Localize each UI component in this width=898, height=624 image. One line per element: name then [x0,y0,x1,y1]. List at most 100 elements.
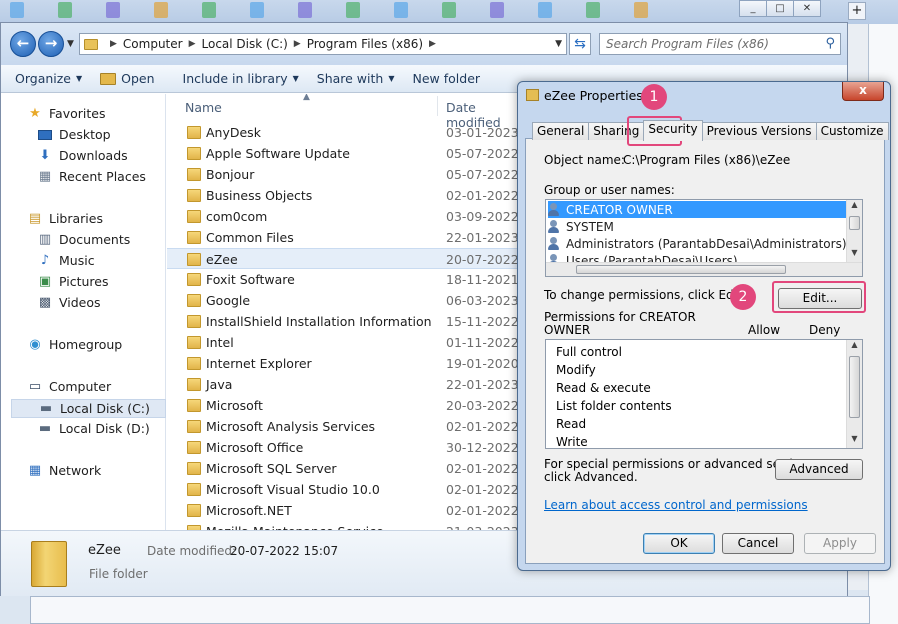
file-row[interactable]: Microsoft.NET 02-01-2022 00 [167,500,519,521]
address-bar[interactable]: ▶ Computer ▶ Local Disk (C:) ▶ Program F… [79,33,567,55]
sidebar-label: Videos [59,295,101,310]
users-vertical-scrollbar[interactable]: ▲ ▼ [846,200,862,262]
dialog-close-button[interactable]: x [842,82,884,101]
scroll-up-icon[interactable]: ▲ [847,340,862,354]
share-with-menu[interactable]: Share with ▼ [317,71,395,86]
breadcrumb-program-files[interactable]: Program Files (x86) [307,37,423,51]
sidebar-item-libraries[interactable]: ▤ Libraries [27,211,103,226]
folder-icon [187,253,201,266]
sidebar-item-documents[interactable]: ▥ Documents [37,232,130,247]
sidebar-item-local-disk-c[interactable]: ▬ Local Disk (C:) [11,399,166,418]
file-row[interactable]: eZee 20-07-2022 15 [167,248,519,269]
minimize-icon[interactable]: _ [739,0,767,17]
file-row[interactable]: Mozilla Maintenance Service21-03-2023 10 [167,521,519,530]
file-row[interactable]: Microsoft Analysis Services 02-01-2022 00 [167,416,519,437]
breadcrumb-chevron-icon[interactable]: ▶ [429,39,436,49]
user-item-administrators[interactable]: Administrators (ParantabDesai\Administra… [548,235,848,252]
breadcrumb-local-disk[interactable]: Local Disk (C:) [202,37,288,51]
file-row[interactable]: Internet Explorer 19-01-2020 05 [167,353,519,374]
include-in-library-menu[interactable]: Include in library ▼ [183,71,299,86]
background-app-tile-icon [58,2,72,18]
file-row[interactable]: Microsoft 20-03-2022 10 [167,395,519,416]
tab-previous-versions[interactable]: Previous Versions [701,122,817,140]
new-tab-button[interactable]: + [848,2,866,20]
breadcrumb-computer[interactable]: Computer [123,37,183,51]
users-listbox[interactable]: CREATOR OWNER SYSTEM Administrators (Par… [545,199,863,277]
breadcrumb-chevron-icon[interactable]: ▶ [294,39,301,49]
learn-access-control-link[interactable]: Learn about access control and permissio… [544,498,808,512]
sidebar-label: Desktop [59,127,111,142]
scroll-down-icon[interactable]: ▼ [847,248,862,262]
new-folder-button[interactable]: New folder [413,71,481,86]
cancel-button[interactable]: Cancel [722,533,794,554]
file-row[interactable]: AnyDesk 03-01-2023 16 [167,122,519,143]
chevron-down-icon: ▼ [292,74,299,83]
file-row[interactable]: Microsoft SQL Server 02-01-2022 00 [167,458,519,479]
tab-customize[interactable]: Customize [815,122,889,140]
sidebar-label: Favorites [49,106,106,121]
tab-general[interactable]: General [532,122,590,140]
address-dropdown-icon[interactable]: ▼ [555,39,562,49]
breadcrumb-chevron-icon[interactable]: ▶ [189,39,196,49]
scroll-thumb[interactable] [849,216,860,230]
file-row[interactable]: Foxit Software 18-11-2021 12 [167,269,519,290]
organize-menu[interactable]: Organize ▼ [15,71,82,86]
column-divider[interactable] [437,96,438,116]
apply-button[interactable]: Apply [804,533,876,554]
file-date-modified: 18-11-2021 12 [446,272,519,287]
file-row[interactable]: com0com 03-09-2022 04 [167,206,519,227]
sidebar-item-computer[interactable]: ▭ Computer [27,379,111,394]
scroll-down-icon[interactable]: ▼ [847,434,862,448]
close-icon[interactable]: ✕ [793,0,821,17]
music-icon: ♪ [40,253,50,268]
file-row[interactable]: Microsoft Office 30-12-2022 17 [167,437,519,458]
scroll-thumb[interactable] [849,356,860,418]
advanced-button[interactable]: Advanced [775,459,863,480]
search-icon[interactable]: ⚲ [825,36,835,51]
file-row[interactable]: Java 22-01-2023 15 [167,374,519,395]
file-name: Google [206,293,251,308]
sidebar-item-downloads[interactable]: ⬇ Downloads [37,148,128,163]
sidebar-item-favorites[interactable]: ★ Favorites [27,106,105,121]
folder-icon [187,168,201,181]
file-row[interactable]: Google 06-03-2023 15 [167,290,519,311]
tab-security[interactable]: Security [643,120,703,141]
file-row[interactable]: Bonjour 05-07-2022 16 [167,164,519,185]
sidebar-item-videos[interactable]: ▩ Videos [37,295,101,310]
folder-icon [187,294,201,307]
user-item-creator-owner[interactable]: CREATOR OWNER [548,201,848,218]
sidebar-item-desktop[interactable]: Desktop [37,127,111,142]
user-item-system[interactable]: SYSTEM [548,218,848,235]
scroll-up-icon[interactable]: ▲ [847,200,862,214]
open-button[interactable]: Open [100,71,155,86]
file-row[interactable]: InstallShield Installation Information 15… [167,311,519,332]
file-row[interactable]: Common Files 22-01-2023 16 [167,227,519,248]
users-horizontal-scrollbar[interactable] [546,262,862,276]
file-row[interactable]: Apple Software Update 05-07-2022 16 [167,143,519,164]
file-row[interactable]: Business Objects 02-01-2022 00 [167,185,519,206]
sidebar-item-recent-places[interactable]: ▦ Recent Places [37,169,146,184]
back-arrow-icon[interactable]: ← [10,31,36,57]
ok-button[interactable]: OK [643,533,715,554]
share-with-label: Share with [316,71,384,86]
dialog-tabs: General Sharing Security Previous Versions C… [532,120,889,141]
sidebar-item-pictures[interactable]: ▣ Pictures [37,274,109,289]
sidebar-item-local-disk-d[interactable]: ▬ Local Disk (D:) [37,421,150,436]
background-window-controls: _ □ ✕ [739,0,821,18]
forward-arrow-icon[interactable]: → [38,31,64,57]
column-name[interactable]: Name [185,100,222,115]
search-input[interactable]: Search Program Files (x86) ⚲ [599,33,841,55]
file-row[interactable]: Microsoft Visual Studio 10.0 02-01-2022 0… [167,479,519,500]
sidebar-item-homegroup[interactable]: ◉ Homegroup [27,337,122,352]
permissions-scrollbar[interactable]: ▲ ▼ [846,340,862,448]
recent-pages-dropdown-icon[interactable]: ▼ [67,39,74,49]
maximize-icon[interactable]: □ [766,0,794,17]
file-name: eZee [206,252,238,267]
file-row[interactable]: Intel 01-11-2022 10 [167,332,519,353]
sidebar-item-network[interactable]: ▦ Network [27,463,101,478]
breadcrumb-chevron-icon[interactable]: ▶ [110,39,117,49]
file-date-modified: 15-11-2022 13 [446,314,519,329]
sidebar-item-music[interactable]: ♪ Music [37,253,95,268]
refresh-icon[interactable]: ⇆ [569,33,591,55]
scroll-thumb[interactable] [576,265,786,274]
